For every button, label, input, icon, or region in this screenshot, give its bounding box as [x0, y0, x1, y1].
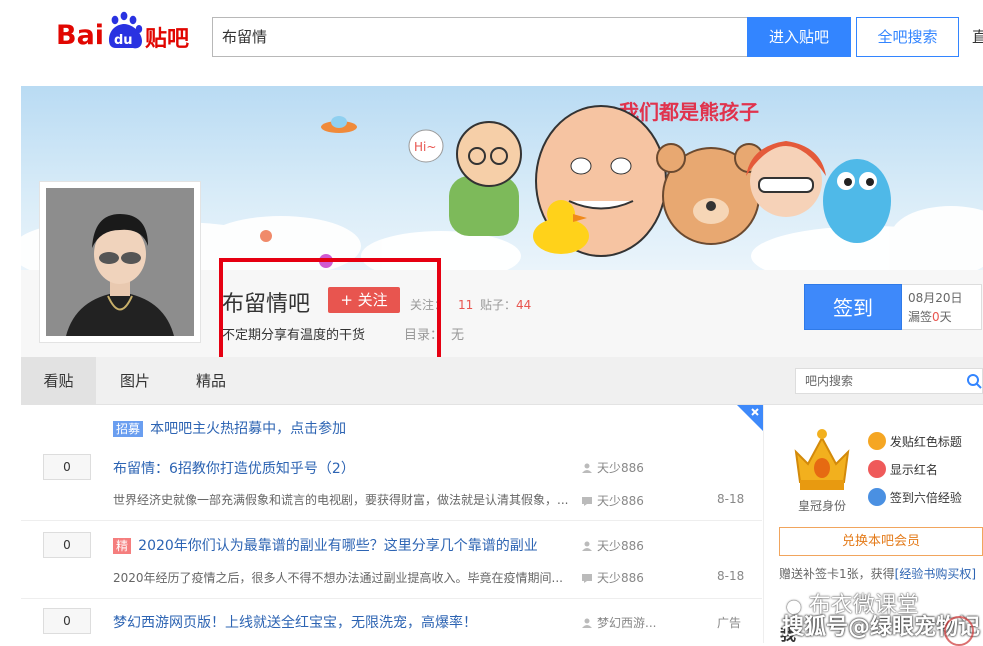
posts-stat: 贴子：44 — [480, 296, 531, 313]
directory-value: 无 — [451, 328, 465, 343]
thread-author[interactable]: 梦幻西游... — [582, 614, 656, 631]
missed-count: 0 — [932, 310, 940, 324]
tab-posts[interactable]: 看贴 — [21, 357, 96, 405]
thread-title-row[interactable]: 精 2020年你们认为最靠谱的副业有哪些？这里分享几个靠谱的副业 — [113, 535, 538, 555]
thread-author[interactable]: 天少886 — [582, 459, 644, 476]
missed-label: 漏签 — [908, 310, 933, 324]
perk-label: 显示红名 — [889, 463, 938, 477]
highlight-box — [219, 258, 441, 362]
perk-label: 发贴红色标题 — [889, 435, 962, 449]
last-reply-author[interactable]: 天少886 — [582, 569, 644, 586]
redeem-membership-button[interactable]: 兑换本吧会员 — [779, 527, 983, 556]
thread-divider — [21, 598, 762, 599]
red-name-icon — [868, 460, 886, 478]
thread-abstract: 2020年经历了疫情之后，很多人不得不想办法通过副业提高收入。毕竟在疫情期间..… — [113, 571, 563, 585]
all-forum-search-button[interactable]: 全吧搜索 — [856, 17, 959, 57]
sign-date: 08月20日 — [908, 291, 963, 305]
svg-text:贴吧: 贴吧 — [145, 26, 189, 52]
thread-list — [21, 405, 762, 643]
sign-in-button[interactable]: 签到 — [804, 284, 902, 330]
posts-stat-value: 44 — [516, 298, 532, 312]
comment-icon — [582, 574, 592, 583]
svg-text:Bai: Bai — [56, 20, 104, 51]
perk-sign-exp: 签到六倍经验 — [868, 488, 962, 506]
thread-title[interactable]: 本吧吧主火热招募中，点击参加 — [150, 421, 346, 437]
featured-tag: 精 — [113, 538, 132, 554]
perk-red-name: 显示红名 — [868, 460, 938, 478]
ad-label: 广告 — [717, 616, 742, 630]
perk-red-title: 发贴红色标题 — [868, 432, 962, 450]
gift-prefix: 赠送补签卡1张，获得 — [779, 567, 895, 581]
last-reply-name: 天少886 — [597, 571, 644, 585]
follow-stat-value: 11 — [458, 298, 474, 312]
last-reply-name: 天少886 — [597, 494, 644, 508]
exp-book-link[interactable]: [经验书购买权] — [895, 567, 976, 581]
inner-search-button[interactable] — [962, 368, 983, 394]
user-icon — [582, 541, 592, 551]
thread-author[interactable]: 天少886 — [582, 537, 644, 554]
baidu-tieba-logo[interactable]: Bai du 贴吧 — [56, 10, 196, 54]
crown-label: 皇冠身份 — [798, 499, 847, 513]
thread-date: 8-18 — [717, 569, 745, 583]
posts-stat-label: 贴子： — [480, 298, 517, 312]
svg-text:du: du — [114, 33, 133, 48]
sign-info: 08月20日 漏签0天 — [902, 284, 982, 330]
reply-count: 0 — [43, 532, 91, 558]
thread-title[interactable]: 2020年你们认为最靠谱的副业有哪些？这里分享几个靠谱的副业 — [138, 538, 538, 554]
enter-forum-button[interactable]: 进入贴吧 — [747, 17, 851, 57]
ad-thread-title[interactable]: 梦幻西游网页版！上线就送全红宝宝，无限洗宠，高爆率！ — [113, 612, 477, 632]
missed-unit: 天 — [939, 310, 952, 324]
close-corner[interactable] — [737, 405, 763, 431]
forum-avatar[interactable] — [39, 181, 201, 343]
red-title-icon — [868, 432, 886, 450]
thread-abstract: 世界经济史就像一部充满假象和谎言的电视剧，要获得财富，做法就是认清其假象，... — [113, 493, 569, 507]
search-icon — [967, 374, 982, 389]
hi-bubble-text: Hi~ — [414, 140, 436, 154]
reply-count: 0 — [43, 608, 91, 634]
author-name: 天少886 — [597, 539, 644, 553]
author-name: 天少886 — [597, 461, 644, 475]
reply-count: 0 — [43, 454, 91, 480]
perk-label: 签到六倍经验 — [889, 491, 962, 505]
last-reply-author[interactable]: 天少886 — [582, 492, 644, 509]
search-input[interactable]: 布留情 — [212, 17, 748, 57]
tab-featured[interactable]: 精品 — [176, 357, 246, 405]
thread-date: 8-18 — [717, 492, 745, 506]
missed-sign: 漏签0天 — [908, 308, 975, 327]
top-right-link[interactable]: 直 — [972, 26, 983, 47]
sign-exp-icon — [868, 488, 886, 506]
recruit-tag: 招募 — [113, 421, 144, 437]
crown-icon — [790, 428, 854, 494]
seal-stamp-icon — [944, 616, 974, 646]
thread-recruit[interactable]: 招募 本吧吧主火热招募中，点击参加 — [113, 418, 346, 438]
comment-icon — [582, 497, 592, 506]
tab-images[interactable]: 图片 — [100, 357, 170, 405]
avatar-portrait-icon — [46, 188, 194, 336]
thread-title[interactable]: 布留情：6招教你打造优质知乎号（2） — [113, 458, 355, 478]
inner-search-input[interactable]: 吧内搜索 — [795, 368, 963, 394]
author-name: 梦幻西游... — [597, 616, 657, 630]
user-icon — [582, 463, 592, 473]
close-icon — [737, 405, 763, 431]
user-icon — [582, 618, 592, 628]
gift-info: 赠送补签卡1张，获得[经验书购买权] — [779, 565, 976, 582]
thread-divider — [21, 520, 762, 521]
